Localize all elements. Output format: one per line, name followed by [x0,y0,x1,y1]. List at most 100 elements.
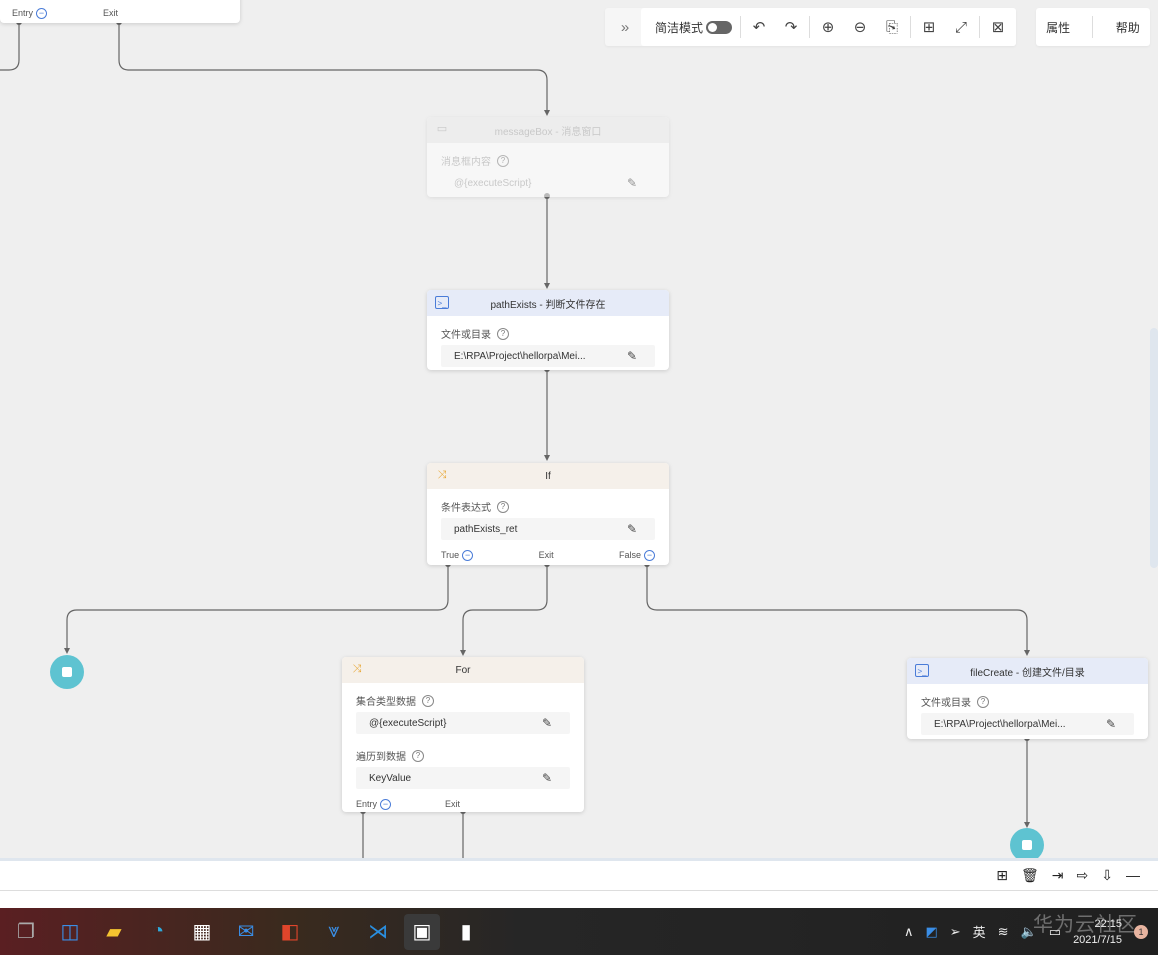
collapse-icon[interactable]: − [643,550,655,561]
help-icon[interactable]: ? [497,500,509,513]
expand-icon[interactable]: » [609,19,641,36]
office-icon[interactable]: ◧ [272,914,308,950]
entry-port[interactable]: Entry − [356,799,392,810]
clock[interactable]: 22:15 2021/7/15 [1073,916,1122,948]
simple-mode-toggle[interactable] [706,20,733,34]
edge [0,22,20,71]
field-value[interactable]: @{executeScript} ✎ [441,172,655,194]
zoom-out-icon[interactable]: ⊖ [844,18,876,36]
fit-view-icon[interactable]: ⎘ [876,19,908,36]
ime-indicator[interactable]: 英 [973,922,986,941]
help-icon[interactable]: ? [977,695,989,708]
close-canvas-icon[interactable]: ⊠ [982,18,1014,36]
filter-export-icon[interactable]: ⇩ [1101,867,1113,884]
script-icon: >_ [435,296,449,309]
end-node[interactable] [50,655,84,689]
edit-icon[interactable]: ✎ [1106,717,1116,731]
add-icon[interactable]: ⊞ [996,867,1008,884]
field-value[interactable]: pathExists_ret ✎ [441,518,655,540]
field-label: 文件或目录 [441,330,491,341]
edit-icon[interactable]: ✎ [627,522,637,536]
zoom-in-icon[interactable]: ⊕ [812,18,844,36]
help-icon[interactable]: ? [497,154,509,167]
field-text: E:\RPA\Project\hellorpa\Mei... [934,718,1066,730]
vscode-icon[interactable]: ⋊ [360,914,396,950]
edit-icon[interactable]: ✎ [542,771,552,785]
node-messagebox[interactable]: ▭ messageBox - 消息窗口 消息框内容? @{executeScrip… [427,117,669,197]
notification-badge[interactable]: 1 [1134,924,1148,939]
task-view-icon[interactable]: ❐ [8,914,44,950]
file-explorer-icon[interactable]: ▰ [96,914,132,950]
time: 22:15 [1094,917,1122,930]
node-filecreate[interactable]: >_ fileCreate - 创建文件/目录 文件或目录? E:\RPA\Pro… [907,658,1148,739]
import-icon[interactable]: ⇥ [1052,867,1064,884]
chevron-up-icon[interactable]: ∧ [904,924,914,940]
field-value[interactable]: @{executeScript} ✎ [356,712,570,734]
flow-canvas[interactable]: Entry − Exit ▭ messageBox - 消息窗口 消息框内容? @{… [0,0,1158,858]
field-label: 遍历到数据 [356,752,406,763]
fullscreen-icon[interactable]: ⤢ [945,19,977,36]
terminal-icon[interactable]: ▮ [448,914,484,950]
edit-icon[interactable]: ✎ [627,349,637,363]
help-icon[interactable]: ? [412,749,424,762]
vertical-scrollbar[interactable] [1150,328,1158,568]
undo-icon[interactable]: ↶ [743,18,775,36]
entry-port[interactable]: Entry − [12,8,48,19]
field-value[interactable]: E:\RPA\Project\hellorpa\Mei... ✎ [921,713,1134,735]
bottom-panel: ⊞ 🗑 ⇥ ⇨ ⇩ — [0,858,1158,908]
end-node[interactable] [1010,828,1044,858]
edit-icon[interactable]: ✎ [542,716,552,730]
false-label: False [618,550,641,560]
redo-icon[interactable]: ↷ [775,18,807,36]
node-pathexists[interactable]: >_ pathExists - 判断文件存在 文件或目录? E:\RPA\Proj… [427,290,669,370]
minimize-icon[interactable]: — [1126,867,1140,884]
field-label: 文件或目录 [921,698,971,709]
taskbar: ❐ ◫ ▰ ◔ ▦ ✉ ◧ ⩔ ⋊ ▣ ▮ 华为云社区 ∧ ◩ ➢ 英 ≋ 🔈 … [0,908,1158,955]
export-icon[interactable]: ⇨ [1077,867,1089,884]
location-icon[interactable]: ➢ [950,924,961,940]
shuffle-icon: ⤨ [437,469,447,481]
tab-help[interactable]: 帮助 [1116,19,1140,36]
canvas-toolbar: » 简洁模式 ↶ ↷ ⊕ ⊖ ⎘ ⊞ ⤢ ⊠ [605,8,1016,46]
node-title: fileCreate - 创建文件/目录 [970,667,1085,679]
store-icon[interactable]: ▦ [184,914,220,950]
help-icon[interactable]: ? [497,327,509,340]
message-icon: ▭ [436,123,448,135]
field-text: pathExists_ret [454,523,518,535]
rpa-app-icon[interactable]: ▣ [404,913,440,950]
tab-properties[interactable]: 属性 [1046,19,1070,36]
edit-icon[interactable]: ✎ [627,176,637,190]
tray-app-icon[interactable]: ◩ [925,924,937,940]
true-port[interactable]: True − [441,550,474,561]
node-title: If [545,470,551,482]
layout-icon[interactable]: ⊞ [913,18,945,36]
shuffle-icon: ⤨ [352,663,362,675]
app-down-icon[interactable]: ⩔ [316,914,352,950]
widgets-icon[interactable]: ◫ [52,914,88,950]
node-for[interactable]: ⤨ For 集合类型数据? @{executeScript} ✎ 遍历到数据? Ke… [342,657,584,812]
volume-icon[interactable]: 🔈 [1021,924,1037,940]
collapse-icon[interactable]: − [462,550,474,561]
collapse-icon[interactable]: − [36,8,48,19]
edge [646,564,1028,654]
edge-icon[interactable]: ◔ [140,914,176,950]
edge [462,564,548,654]
collapse-icon[interactable]: − [380,799,392,810]
exit-label: Exit [103,8,119,18]
field-label: 条件表达式 [441,503,491,514]
wifi-icon[interactable]: ≋ [998,924,1009,940]
exit-label: Exit [445,799,461,809]
edge [118,22,548,114]
false-port[interactable]: False − [619,550,655,561]
exit-label: Exit [538,550,554,560]
node-if[interactable]: ⤨ If 条件表达式? pathExists_ret ✎ True − Exit Fa… [427,463,669,565]
field-value[interactable]: E:\RPA\Project\hellorpa\Mei... ✎ [441,345,655,367]
field-value[interactable]: KeyValue ✎ [356,767,570,789]
battery-icon[interactable]: ▭ [1049,924,1061,940]
delete-icon[interactable]: 🗑 [1021,867,1039,884]
mail-icon[interactable]: ✉ [228,914,264,950]
top-node[interactable]: Entry − Exit [0,0,240,23]
field-label: 消息框内容 [441,157,491,168]
field-text: E:\RPA\Project\hellorpa\Mei... [454,350,586,362]
help-icon[interactable]: ? [422,694,434,707]
